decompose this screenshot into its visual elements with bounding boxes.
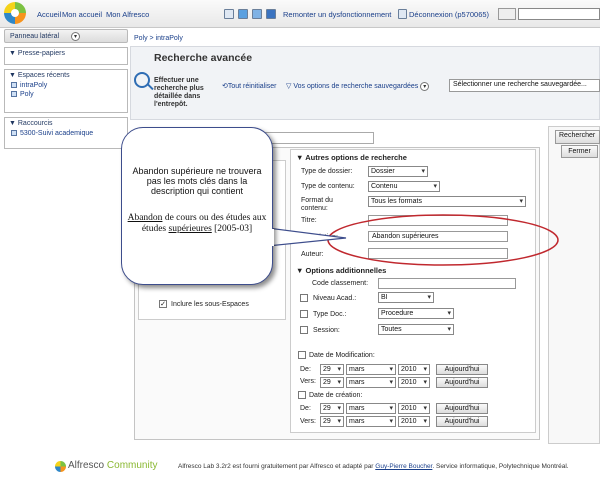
footer-brand: Alfresco Community	[68, 460, 158, 471]
annotation-overlay	[267, 214, 559, 266]
footer-text: Alfresco Lab 3.2r2 est fourni gratuiteme…	[178, 463, 569, 470]
callout-quote: Abandon de cours ou des études aux étude…	[127, 213, 267, 234]
footer-author-link[interactable]: Guy-Pierre Boucher	[375, 463, 432, 470]
callout-pointer	[267, 227, 347, 247]
annotation-callout	[121, 127, 273, 285]
alfresco-logo-icon	[55, 461, 66, 472]
footer: Alfresco Community Alfresco Lab 3.2r2 es…	[55, 455, 600, 479]
highlight-ellipse	[327, 214, 559, 266]
callout-text: Abandon supérieure ne trouvera pas les m…	[132, 166, 262, 196]
